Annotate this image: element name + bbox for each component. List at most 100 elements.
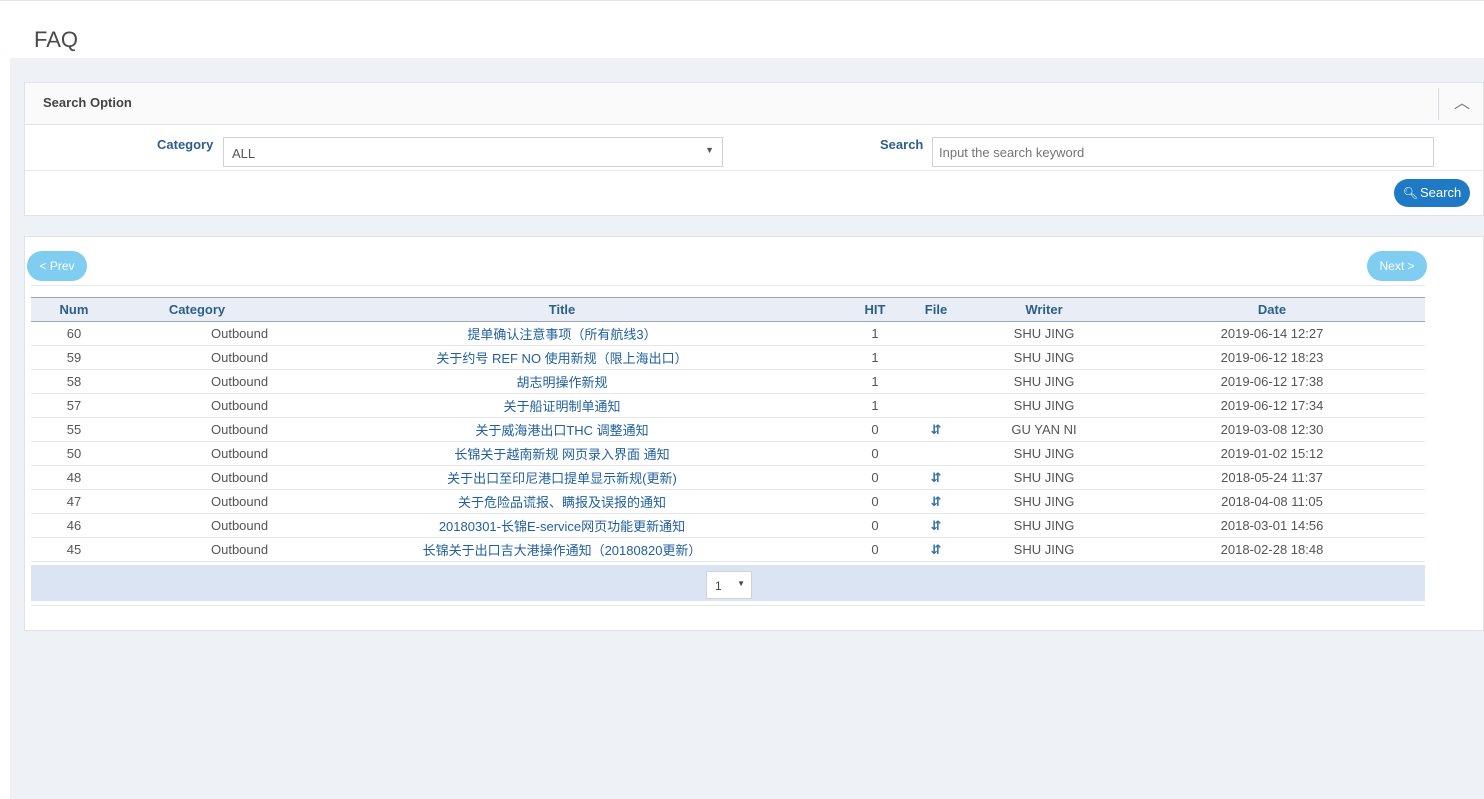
table-row[interactable]: 46 Outbound 20180301-长锦E-service网页功能更新通知 0 ⇵…	[31, 513, 1425, 538]
cell-category: Outbound	[117, 369, 277, 394]
column-header-title[interactable]: Title	[277, 297, 847, 322]
cell-writer: SHU JING	[969, 393, 1119, 418]
cell-title[interactable]: 关于船证明制单通知	[277, 393, 847, 418]
file-attachment-icon[interactable]: ⇵	[931, 494, 942, 509]
file-attachment-icon[interactable]: ⇵	[931, 518, 942, 533]
cell-title[interactable]: 关于约号 REF NO 使用新规（限上海出口）	[277, 345, 847, 370]
table-row[interactable]: 47 Outbound 关于危险品谎报、瞒报及误报的通知 0 ⇵ SHU JING 2018…	[31, 489, 1425, 514]
column-header-hit[interactable]: HIT	[847, 297, 903, 322]
column-header-file[interactable]: File	[903, 297, 969, 322]
cell-file: ⇵	[903, 513, 969, 538]
cell-hit: 1	[847, 369, 903, 394]
search-button[interactable]: 🔍︎ Search	[1394, 179, 1470, 207]
cell-category: Outbound	[117, 321, 277, 346]
cell-writer: SHU JING	[969, 537, 1119, 562]
faq-title-link[interactable]: 关于出口至印尼港口提单显示新规(更新)	[447, 471, 677, 486]
cell-title[interactable]: 胡志明操作新规	[277, 369, 847, 394]
cell-writer: SHU JING	[969, 345, 1119, 370]
cell-num: 45	[31, 537, 117, 562]
faq-title-link[interactable]: 长锦关于出口吉大港操作通知（20180820更新）	[423, 543, 702, 558]
search-button-label: Search	[1420, 185, 1462, 200]
cell-date: 2018-03-01 14:56	[1119, 513, 1425, 538]
cell-date: 2019-01-02 15:12	[1119, 441, 1425, 466]
page-select-value: 1	[715, 579, 722, 593]
cell-writer: SHU JING	[969, 489, 1119, 514]
cell-title[interactable]: 关于出口至印尼港口提单显示新规(更新)	[277, 465, 847, 490]
cell-num: 48	[31, 465, 117, 490]
pager-divider	[31, 285, 1425, 286]
column-header-category[interactable]: Category	[117, 297, 277, 322]
cell-writer: SHU JING	[969, 513, 1119, 538]
column-header-date[interactable]: Date	[1119, 297, 1425, 322]
cell-hit: 0	[847, 537, 903, 562]
cell-title[interactable]: 提单确认注意事项（所有航线3）	[277, 321, 847, 346]
cell-title[interactable]: 20180301-长锦E-service网页功能更新通知	[277, 513, 847, 538]
table-row[interactable]: 59 Outbound 关于约号 REF NO 使用新规（限上海出口） 1 SHU JI…	[31, 345, 1425, 370]
cell-writer: SHU JING	[969, 321, 1119, 346]
cell-title[interactable]: 关于危险品谎报、瞒报及误报的通知	[277, 489, 847, 514]
faq-title-link[interactable]: 关于威海港出口THC 调整通知	[475, 423, 648, 438]
table-row[interactable]: 50 Outbound 长锦关于越南新规 网页录入界面 通知 0 SHU JING 201…	[31, 441, 1425, 466]
cell-category: Outbound	[117, 417, 277, 442]
cell-title[interactable]: 长锦关于越南新规 网页录入界面 通知	[277, 441, 847, 466]
category-label: Category	[157, 137, 214, 152]
cell-date: 2018-05-24 11:37	[1119, 465, 1425, 490]
cell-title[interactable]: 关于威海港出口THC 调整通知	[277, 417, 847, 442]
cell-date: 2019-03-08 12:30	[1119, 417, 1425, 442]
search-row: Category ALL ▼ Search	[25, 125, 1483, 171]
cell-hit: 0	[847, 489, 903, 514]
cell-num: 55	[31, 417, 117, 442]
cell-date: 2018-04-08 11:05	[1119, 489, 1425, 514]
table-row[interactable]: 48 Outbound 关于出口至印尼港口提单显示新规(更新) 0 ⇵ SHU JING 2…	[31, 465, 1425, 490]
cell-date: 2018-02-28 18:48	[1119, 537, 1425, 562]
search-option-panel: Search Option ︿ Category ALL ▼ Search 🔍︎…	[24, 82, 1484, 216]
search-label: Search	[880, 137, 924, 152]
table-row[interactable]: 60 Outbound 提单确认注意事项（所有航线3） 1 SHU JING 2019-0…	[31, 321, 1425, 346]
faq-title-link[interactable]: 关于船证明制单通知	[503, 399, 620, 414]
table-header-row: Num Category Title HIT File Writer Date	[31, 297, 1425, 322]
cell-file	[903, 369, 969, 394]
cell-date: 2019-06-12 17:34	[1119, 393, 1425, 418]
column-header-num[interactable]: Num	[31, 297, 117, 322]
cell-category: Outbound	[117, 489, 277, 514]
left-strip	[0, 58, 10, 799]
faq-title-link[interactable]: 关于危险品谎报、瞒报及误报的通知	[458, 495, 666, 510]
faq-title-link[interactable]: 长锦关于越南新规 网页录入界面 通知	[454, 447, 669, 462]
chevron-up-icon[interactable]: ︿	[1451, 93, 1473, 115]
prev-button[interactable]: < Prev	[27, 251, 87, 281]
faq-title-link[interactable]: 胡志明操作新规	[516, 375, 607, 390]
search-icon: 🔍︎	[1402, 186, 1419, 200]
faq-list-panel: < Prev Next > Num Category Title HIT Fil…	[24, 236, 1484, 631]
cell-date: 2019-06-12 17:38	[1119, 369, 1425, 394]
table-row[interactable]: 58 Outbound 胡志明操作新规 1 SHU JING 2019-06-12 17:…	[31, 369, 1425, 394]
column-header-writer[interactable]: Writer	[969, 297, 1119, 322]
file-attachment-icon[interactable]: ⇵	[931, 422, 942, 437]
search-input[interactable]	[932, 137, 1434, 167]
cell-date: 2019-06-14 12:27	[1119, 321, 1425, 346]
table-row[interactable]: 57 Outbound 关于船证明制单通知 1 SHU JING 2019-06-12 1…	[31, 393, 1425, 418]
faq-table: Num Category Title HIT File Writer Date …	[31, 297, 1425, 562]
cell-hit: 1	[847, 393, 903, 418]
cell-hit: 0	[847, 441, 903, 466]
category-select[interactable]: ALL ▼	[223, 137, 723, 167]
faq-title-link[interactable]: 关于约号 REF NO 使用新规（限上海出口）	[436, 351, 687, 366]
cell-file: ⇵	[903, 537, 969, 562]
next-button[interactable]: Next >	[1367, 251, 1427, 281]
cell-num: 47	[31, 489, 117, 514]
table-row[interactable]: 55 Outbound 关于威海港出口THC 调整通知 0 ⇵ GU YAN NI 2019…	[31, 417, 1425, 442]
page-header: FAQ	[0, 0, 1484, 58]
cell-file	[903, 441, 969, 466]
file-attachment-icon[interactable]: ⇵	[931, 542, 942, 557]
table-row[interactable]: 45 Outbound 长锦关于出口吉大港操作通知（20180820更新） 0 ⇵ SHU…	[31, 537, 1425, 562]
page-select[interactable]: 1 ▼	[706, 571, 752, 599]
cell-title[interactable]: 长锦关于出口吉大港操作通知（20180820更新）	[277, 537, 847, 562]
cell-file: ⇵	[903, 489, 969, 514]
cell-num: 58	[31, 369, 117, 394]
file-attachment-icon[interactable]: ⇵	[931, 470, 942, 485]
faq-title-link[interactable]: 提单确认注意事项（所有航线3）	[467, 327, 656, 342]
search-panel-header: Search Option ︿	[25, 83, 1483, 125]
cell-category: Outbound	[117, 513, 277, 538]
cell-num: 59	[31, 345, 117, 370]
search-panel-title: Search Option	[43, 95, 132, 110]
faq-title-link[interactable]: 20180301-长锦E-service网页功能更新通知	[439, 519, 685, 534]
